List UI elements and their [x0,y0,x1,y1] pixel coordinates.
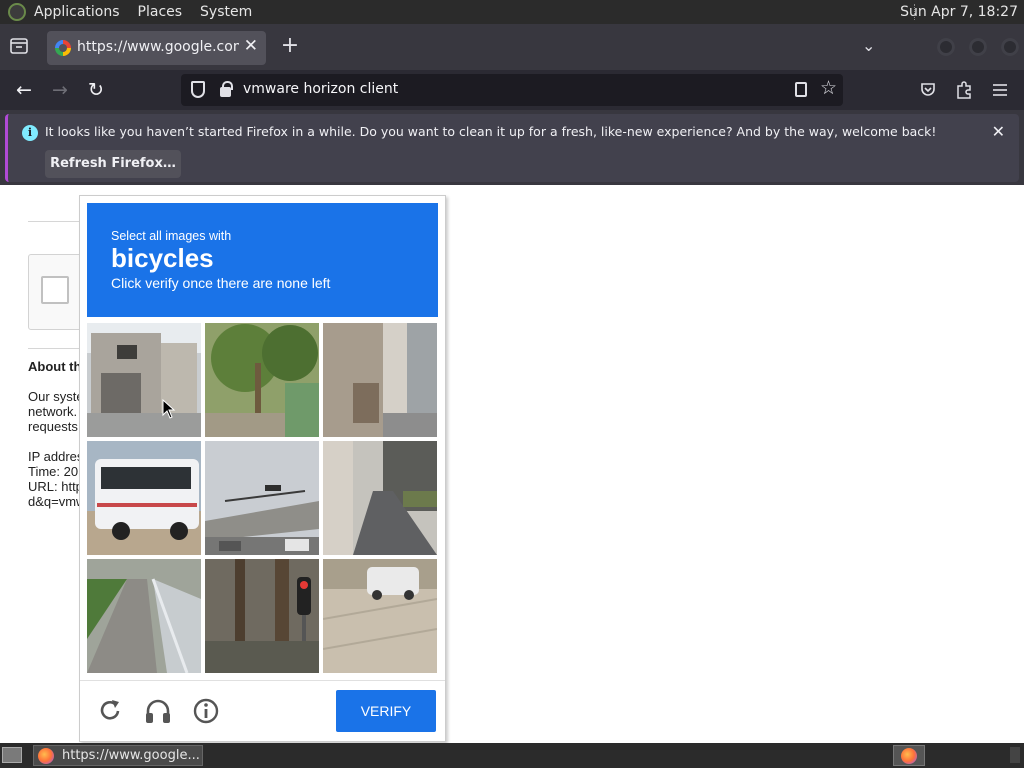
tile-image [323,323,437,437]
places-menu[interactable]: Places [138,4,183,20]
system-top-panel: Applications Places System Sun Apr 7, 18… [0,0,1024,24]
info-line: IP addres [28,449,84,464]
bookmark-star-icon[interactable]: ☆ [820,77,837,99]
tab-title: https://www.google.com/sorry/index [77,39,239,55]
body-line: requests [28,419,78,434]
tab-strip: https://www.google.com/sorry/index ✕ + ⌄ [0,24,1024,70]
notification-close-icon[interactable]: ✕ [992,122,1005,141]
list-all-tabs-icon[interactable]: ⌄ [862,36,875,55]
lock-icon[interactable] [220,81,233,97]
system-menu[interactable]: System [200,4,252,20]
info-line: URL: http [28,479,83,494]
firefox-icon [38,748,54,764]
clock[interactable]: Sun Apr 7, 18:27 [900,4,1018,20]
body-line: Our syste [28,389,84,404]
refresh-firefox-notification: i It looks like you haven’t started Fire… [5,114,1019,182]
image-tile[interactable] [205,323,319,437]
url-text[interactable]: vmware horizon client [243,81,398,97]
tile-image [87,323,201,437]
taskbar-window-title: https://www.google... [62,748,200,763]
distro-logo-icon[interactable] [8,3,26,21]
pocket-icon[interactable] [920,82,936,98]
verify-button[interactable]: VERIFY [336,690,436,732]
reader-view-icon[interactable] [795,82,807,97]
info-line: d&q=vmw [28,494,86,509]
refresh-firefox-button[interactable]: Refresh Firefox… [45,150,181,178]
tile-image [323,441,437,555]
tracking-protection-shield-icon[interactable] [191,81,205,98]
minimize-window-button[interactable] [937,38,955,56]
reload-icon[interactable]: ↻ [84,78,108,102]
tile-image [323,559,437,673]
tab-active[interactable]: https://www.google.com/sorry/index ✕ [47,31,266,65]
image-tile[interactable] [205,559,319,673]
recaptcha-challenge-popup: Select all images with bicycles Click ve… [79,195,446,742]
notification-area: i It looks like you haven’t started Fire… [0,110,1024,185]
challenge-target: bicycles [111,243,214,273]
image-tile[interactable] [87,559,201,673]
challenge-header: Select all images with bicycles Click ve… [87,203,438,317]
google-g-icon [55,40,71,56]
mouse-cursor-icon [162,399,176,419]
taskbar-window-firefox[interactable]: https://www.google... [33,745,203,766]
maximize-window-button[interactable] [969,38,987,56]
image-tile[interactable] [323,323,437,437]
back-arrow-icon[interactable]: ← [12,78,36,102]
image-tile[interactable] [87,323,201,437]
hamburger-menu-icon[interactable] [992,83,1008,97]
image-tile[interactable] [323,441,437,555]
image-tile[interactable] [323,559,437,673]
tile-image [205,559,319,673]
audio-challenge-icon[interactable] [143,696,173,726]
challenge-instruction: Click verify once there are none left [111,275,331,291]
extensions-puzzle-icon[interactable] [956,81,972,99]
tile-image [205,323,319,437]
workspace-switcher[interactable] [893,745,925,766]
tile-image [87,441,201,555]
firefox-view-icon[interactable] [10,38,28,54]
tab-close-icon[interactable]: ✕ [244,36,258,56]
forward-arrow-icon[interactable]: → [48,78,72,102]
reload-challenge-icon[interactable] [95,696,125,726]
bottom-taskbar: https://www.google... [0,743,1024,768]
applications-menu[interactable]: Applications [34,4,120,20]
info-circle-icon[interactable] [191,696,221,726]
show-desktop-icon[interactable] [2,747,22,763]
notification-message: It looks like you haven’t started Firefo… [45,124,937,139]
tile-image [205,441,319,555]
url-bar[interactable]: vmware horizon client ☆ [181,74,843,106]
image-tile[interactable] [87,441,201,555]
body-line: network. [28,404,78,419]
close-window-button[interactable] [1001,38,1019,56]
recaptcha-checkbox[interactable] [41,276,69,304]
challenge-prompt: Select all images with [111,229,232,243]
new-tab-button[interactable]: + [280,33,300,59]
tile-image [87,559,201,673]
info-line: Time: 20 [28,464,79,479]
navigation-toolbar: ← → ↻ vmware horizon client ☆ [0,70,1024,110]
image-tile[interactable] [205,441,319,555]
workspace-indicator[interactable] [1010,747,1020,763]
info-icon: i [22,125,38,141]
footer-divider [80,680,445,681]
about-heading: About th [28,359,82,374]
